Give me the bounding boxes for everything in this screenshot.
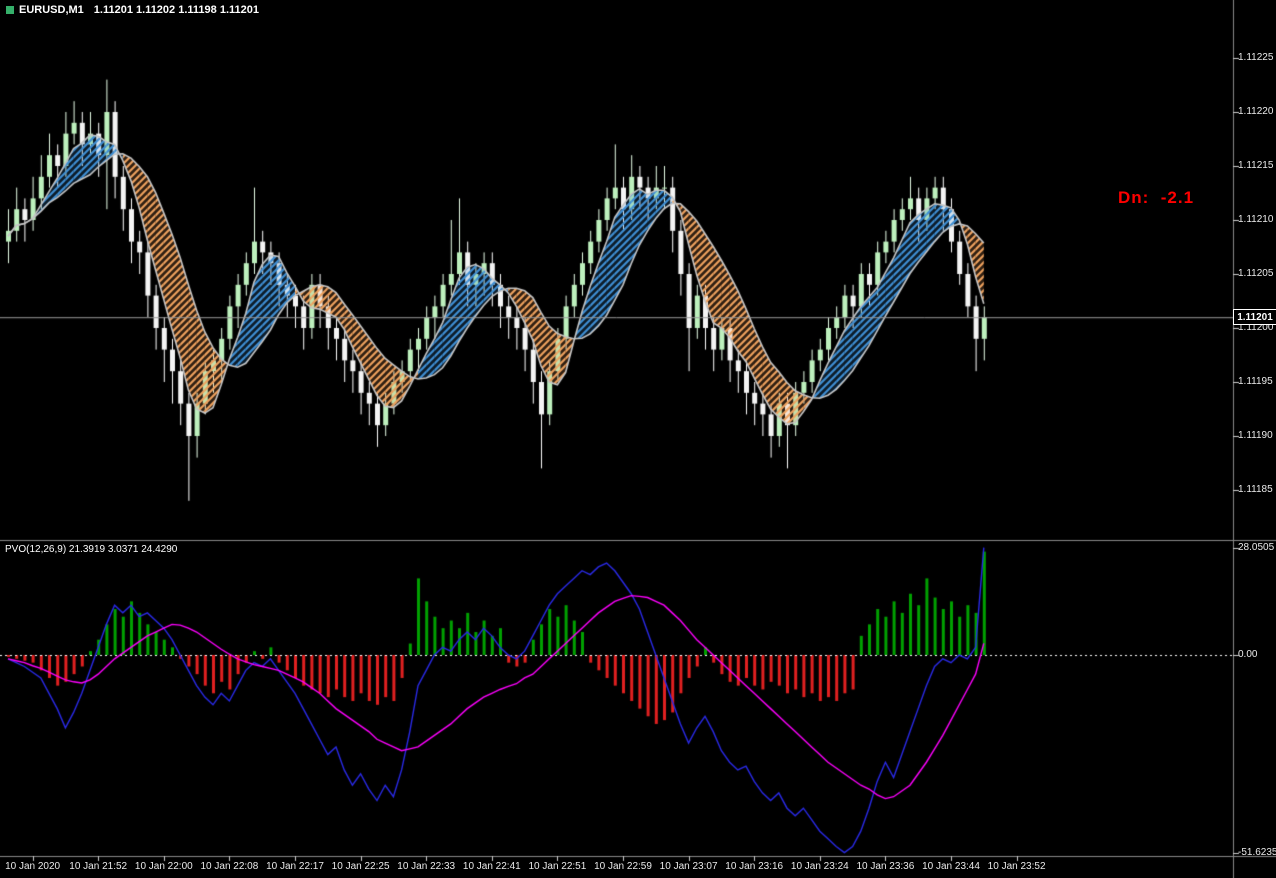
time-axis[interactable]: 10 Jan 2020 10 Jan 21:52 10 Jan 22:00 10 Ja… xyxy=(0,856,1276,878)
price-tick-label: 1.11215 xyxy=(1238,160,1274,171)
time-tick-label: 10 Jan 23:16 xyxy=(725,861,784,872)
indicator-tick-label: 28.0505 xyxy=(1238,541,1275,553)
time-tick-label: 10 Jan 23:24 xyxy=(790,861,849,872)
time-tick-label: 10 Jan 23:36 xyxy=(856,861,915,872)
current-price-label: 1.11201 xyxy=(1237,311,1273,323)
time-tick-label: 10 Jan 22:51 xyxy=(528,861,587,872)
trend-annotation: Dn: -2.1 xyxy=(1118,188,1195,207)
price-tick-label: 1.11195 xyxy=(1238,376,1273,387)
price-tick-label: 1.11210 xyxy=(1238,214,1274,225)
time-tick-label: 10 Jan 22:17 xyxy=(266,861,324,872)
symbol-label: EURUSD,M1 xyxy=(19,4,84,16)
time-tick-label: 10 Jan 22:41 xyxy=(462,861,521,872)
time-tick-label: 10 Jan 2020 xyxy=(5,861,61,872)
price-tick-label: 1.11205 xyxy=(1238,268,1274,279)
time-tick-label: 10 Jan 22:25 xyxy=(331,861,390,872)
indicator-tick-label: 0.00 xyxy=(1238,649,1258,660)
chart-canvas[interactable] xyxy=(0,0,1276,878)
time-tick-label: 10 Jan 23:44 xyxy=(922,861,980,872)
time-tick-label: 10 Jan 22:08 xyxy=(200,861,259,872)
price-tick-label: 1.11190 xyxy=(1238,430,1273,441)
time-tick-label: 10 Jan 21:52 xyxy=(69,861,128,872)
time-tick-label: 10 Jan 22:59 xyxy=(594,861,652,872)
price-tick-label: 1.11220 xyxy=(1238,106,1274,117)
indicator-label: PVO(12,26,9) 21.3919 3.0371 24.4290 xyxy=(5,544,178,555)
ohlc-readout: 1.11201 1.11202 1.11198 1.11201 xyxy=(93,4,259,16)
time-tick-label: 10 Jan 22:00 xyxy=(134,861,193,872)
price-axis[interactable]: 1.11225 1.11220 1.11215 1.11210 1.11205 1.112… xyxy=(1234,0,1276,858)
price-tick-label: 1.11225 xyxy=(1238,52,1274,63)
time-tick-label: 10 Jan 23:52 xyxy=(987,861,1046,872)
price-tick-label: 1.11185 xyxy=(1238,484,1273,495)
time-tick-label: 10 Jan 22:33 xyxy=(397,861,456,872)
chart-title: EURUSD,M1 1.11201 1.11202 1.11198 1.1120… xyxy=(6,4,259,16)
mt4-chart-window: EURUSD,M1 1.11201 1.11202 1.11198 1.1120… xyxy=(0,0,1276,878)
symbol-icon xyxy=(6,6,14,14)
time-tick-label: 10 Jan 23:07 xyxy=(659,861,718,872)
current-price-tag: 1.11201 xyxy=(1233,309,1276,326)
